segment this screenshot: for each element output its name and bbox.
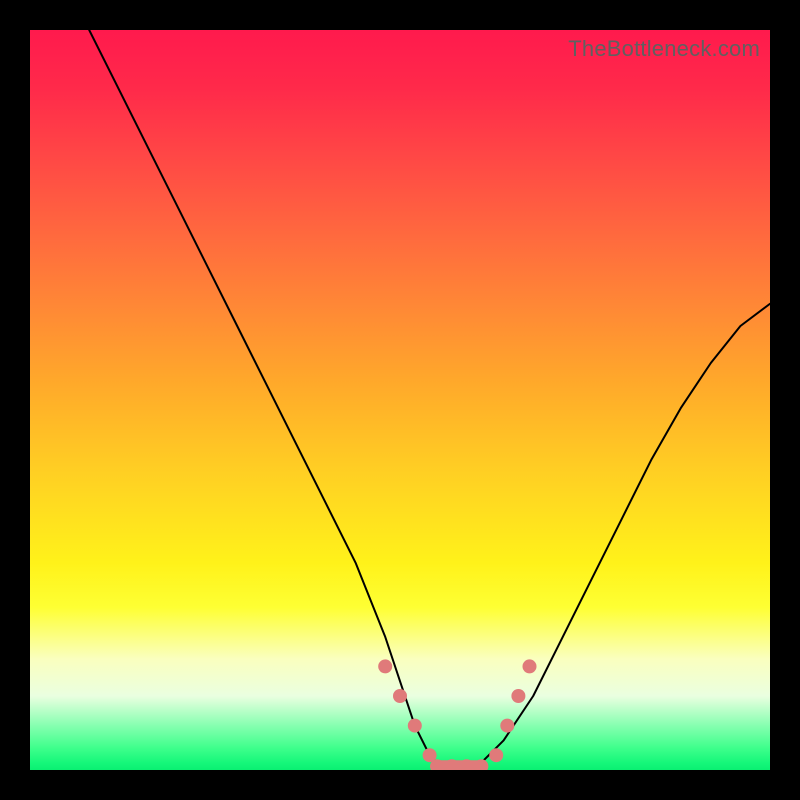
marker-dot [489, 748, 503, 762]
marker-dot [393, 689, 407, 703]
curve-markers [378, 659, 536, 770]
curve-path [89, 30, 770, 770]
marker-bar [431, 760, 487, 770]
chart-frame: TheBottleneck.com [0, 0, 800, 800]
bottleneck-curve [30, 30, 770, 770]
plot-area: TheBottleneck.com [30, 30, 770, 770]
marker-dot [408, 719, 422, 733]
marker-dot [511, 689, 525, 703]
marker-dot [378, 659, 392, 673]
marker-dot [500, 719, 514, 733]
marker-dot [523, 659, 537, 673]
